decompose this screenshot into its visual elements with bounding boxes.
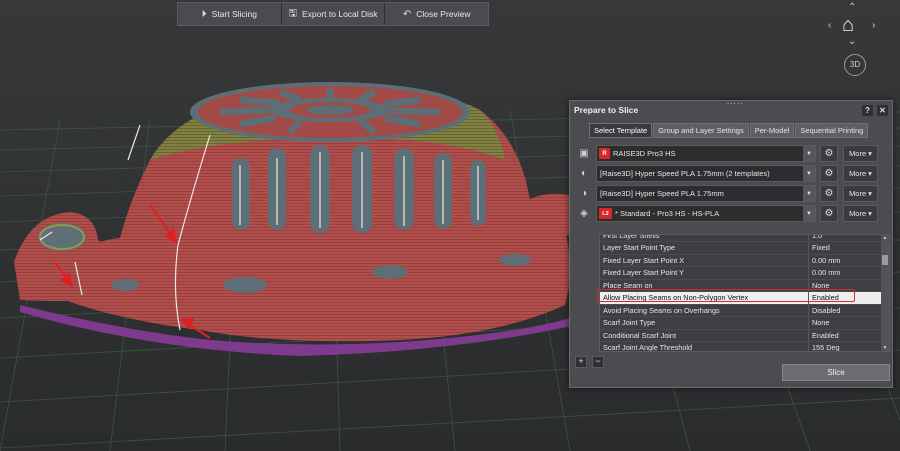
table-row[interactable]: Conditional Scarf Joint Enabled [600,329,889,342]
chevron-down-icon: ▾ [868,189,872,198]
setting-value[interactable]: 0.00 mm [809,267,889,279]
tab-select-template[interactable]: Select Template [589,123,653,138]
left-filament-select[interactable]: [Raise3D] Hyper Speed PLA 1.75mm (2 temp… [596,165,816,182]
play-icon: ⏵ [201,8,207,20]
setting-key: Scarf Joint Angle Threshold [600,342,809,351]
close-panel-button[interactable]: ✕ [877,104,888,116]
setting-value[interactable]: 0.00 mm [809,255,889,267]
profile-selectors: ▣ R RAISE3D Pro3 HS ▼ ⚙ More ▾ ◐ [Raise3D… [577,145,887,222]
template-more-button[interactable]: More ▾ [843,205,878,222]
help-button[interactable]: ? [862,104,873,116]
setting-value[interactable]: None [809,280,889,292]
panel-title: Prepare to Slice [574,105,639,115]
right-filament-more-button[interactable]: More ▾ [843,185,878,202]
settings-table: First Layer Shells 1.0 Layer Start Point … [599,234,890,352]
remove-button[interactable]: − [592,356,604,368]
setting-key: Allow Placing Seams on Non-Polygon Verte… [600,292,809,304]
tab-group-and-layer-settings[interactable]: Group and Layer Settings [653,123,749,138]
tab-sequential-printing[interactable]: Sequential Printing [795,123,869,138]
printer-more-button[interactable]: More ▾ [843,145,878,162]
scroll-thumb[interactable] [882,255,888,265]
panel-tabs: Select Template Group and Layer Settings… [589,123,892,138]
setting-key: Avoid Placing Seams on Overhangs [600,304,809,316]
table-row[interactable]: Layer Start Point Type Fixed [600,242,889,255]
setting-value[interactable]: None [809,317,889,329]
right-filament-value: [Raise3D] Hyper Speed PLA 1.75mm [600,189,724,198]
table-row[interactable]: Scarf Joint Type None [600,317,889,330]
left-extruder-row: ◐ [Raise3D] Hyper Speed PLA 1.75mm (2 te… [577,165,887,182]
setting-key: Fixed Layer Start Point X [600,254,809,266]
setting-key: Scarf Joint Type [600,317,809,329]
view-up-arrow-icon[interactable]: ⌃ [848,2,856,13]
printer-row: ▣ R RAISE3D Pro3 HS ▼ ⚙ More ▾ [577,145,887,162]
view-right-arrow-icon[interactable]: › [872,20,875,31]
setting-key: Place Seam on [600,279,809,291]
chevron-down-icon[interactable]: ▼ [803,146,815,161]
view-down-arrow-icon[interactable]: ⌄ [848,36,856,47]
chevron-down-icon[interactable]: ▼ [803,206,815,221]
printer-icon: ▣ [579,148,589,159]
view-left-arrow-icon[interactable]: ‹ [828,20,831,31]
setting-value[interactable]: 155 Deg [809,342,889,351]
setting-key: Layer Start Point Type [600,242,809,254]
setting-value[interactable]: Disabled [809,305,889,317]
right-filament-select[interactable]: [Raise3D] Hyper Speed PLA 1.75mm ▼ [596,185,816,202]
raise3d-logo-icon: R [599,148,610,159]
slice-button[interactable]: Slice [782,364,890,381]
left-filament-gear-icon[interactable]: ⚙ [820,165,838,182]
template-row: ◈ L2 * Standard - Pro3 HS - HS-PLA ▼ ⚙ M… [577,205,887,222]
close-preview-label: Close Preview [416,9,471,19]
start-slicing-label: Start Slicing [211,9,258,19]
setting-key: Conditional Scarf Joint [600,329,809,341]
settings-scrollbar[interactable]: ▲ ▼ [881,235,889,351]
drag-grip-icon[interactable]: ····· [727,101,744,108]
table-row-selected[interactable]: Allow Placing Seams on Non-Polygon Verte… [600,292,889,305]
undo-icon: ↶ [402,8,412,20]
start-slicing-button[interactable]: ⏵ Start Slicing [178,3,282,25]
export-label: Export to Local Disk [301,9,378,19]
layers-icon: ◈ [580,208,588,219]
setting-key: Fixed Layer Start Point Y [600,267,809,279]
template-select-value: * Standard - Pro3 HS - HS-PLA [615,209,720,218]
setting-value[interactable]: Enabled [809,292,889,304]
chevron-down-icon: ▾ [868,149,872,158]
panel-header[interactable]: Prepare to Slice ····· ? ✕ [570,101,892,119]
view-navigator: ⌃ ‹ ⌂ › ⌄ 3D [828,2,880,78]
table-row[interactable]: Fixed Layer Start Point X 0.00 mm [600,254,889,267]
table-row[interactable]: Scarf Joint Angle Threshold 155 Deg [600,342,889,351]
table-row[interactable]: Place Seam on None [600,279,889,292]
printer-settings-gear-icon[interactable]: ⚙ [820,145,838,162]
chevron-down-icon[interactable]: ▼ [803,186,815,201]
right-filament-gear-icon[interactable]: ⚙ [820,185,838,202]
l2-badge-icon: L2 [599,208,612,219]
table-row[interactable]: Avoid Placing Seams on Overhangs Disabled [600,304,889,317]
right-extruder-icon: ◑ [580,188,588,199]
scroll-up-icon[interactable]: ▲ [882,235,888,241]
close-preview-button[interactable]: ↶ Close Preview [385,3,488,25]
add-button[interactable]: + [575,356,587,368]
template-gear-icon[interactable]: ⚙ [820,205,838,222]
home-view-icon[interactable]: ⌂ [842,14,854,37]
export-button[interactable]: 🖫 Export to Local Disk [282,3,386,25]
left-filament-more-button[interactable]: More ▾ [843,165,878,182]
template-select[interactable]: L2 * Standard - Pro3 HS - HS-PLA ▼ [596,205,816,222]
setting-value[interactable]: Fixed [809,242,889,254]
chevron-down-icon: ▾ [868,209,872,218]
setting-value[interactable]: Enabled [809,330,889,342]
left-filament-value: [Raise3D] Hyper Speed PLA 1.75mm (2 temp… [600,169,770,178]
printer-select-value: RAISE3D Pro3 HS [613,149,676,158]
save-icon: 🖫 [288,7,297,19]
chevron-down-icon[interactable]: ▼ [803,166,815,181]
table-row[interactable]: First Layer Shells 1.0 [600,235,889,242]
preview-toolbar: ⏵ Start Slicing 🖫 Export to Local Disk ↶… [177,2,489,26]
right-extruder-row: ◑ [Raise3D] Hyper Speed PLA 1.75mm ▼ ⚙ M… [577,185,887,202]
printer-select[interactable]: R RAISE3D Pro3 HS ▼ [596,145,816,162]
table-row[interactable]: Fixed Layer Start Point Y 0.00 mm [600,267,889,280]
3d-view-badge[interactable]: 3D [844,54,866,76]
prepare-to-slice-panel: Prepare to Slice ····· ? ✕ Select Templa… [569,100,893,388]
left-extruder-icon: ◐ [580,168,588,179]
tab-per-model[interactable]: Per-Model [749,123,795,138]
scroll-down-icon[interactable]: ▼ [882,345,888,351]
chevron-down-icon: ▾ [868,169,872,178]
